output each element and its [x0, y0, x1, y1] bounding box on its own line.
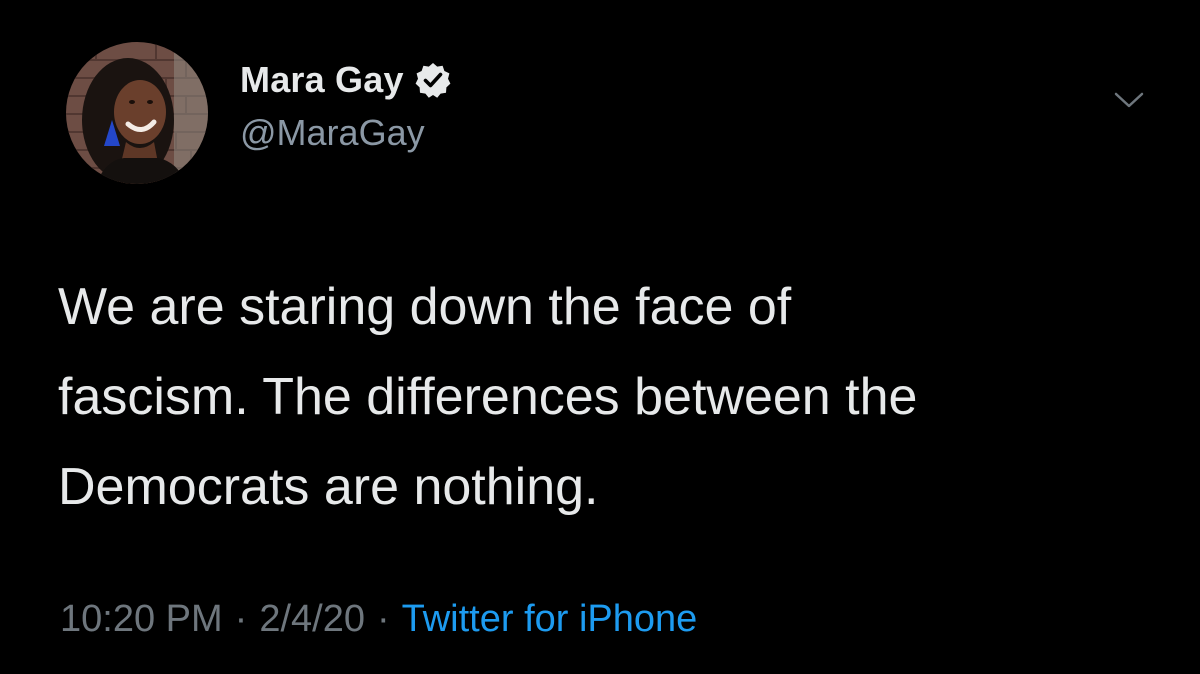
name-row: Mara Gay [240, 58, 452, 102]
tweet: Mara Gay @MaraGay We are staring down th… [0, 0, 1200, 674]
tweet-date: 2/4/20 [259, 598, 365, 640]
chevron-down-icon[interactable] [1112, 88, 1146, 112]
tweet-source-link[interactable]: Twitter for iPhone [402, 598, 698, 640]
avatar-photo [66, 42, 208, 184]
tweet-metadata: 10:20 PM · 2/4/20 · Twitter for iPhone [60, 598, 697, 641]
avatar[interactable] [66, 42, 208, 184]
verified-badge-icon [414, 61, 452, 99]
tweet-text: We are staring down the face of fascism.… [58, 262, 1158, 532]
separator-dot: · [234, 598, 248, 640]
tweet-text-line: We are staring down the face of [58, 278, 792, 336]
separator-dot: · [376, 598, 390, 640]
tweet-time: 10:20 PM [60, 598, 223, 640]
user-handle[interactable]: @MaraGay [240, 112, 425, 154]
tweet-text-line: Democrats are nothing. [58, 458, 599, 516]
tweet-text-line: fascism. The differences between the [58, 368, 918, 426]
display-name[interactable]: Mara Gay [240, 59, 404, 101]
